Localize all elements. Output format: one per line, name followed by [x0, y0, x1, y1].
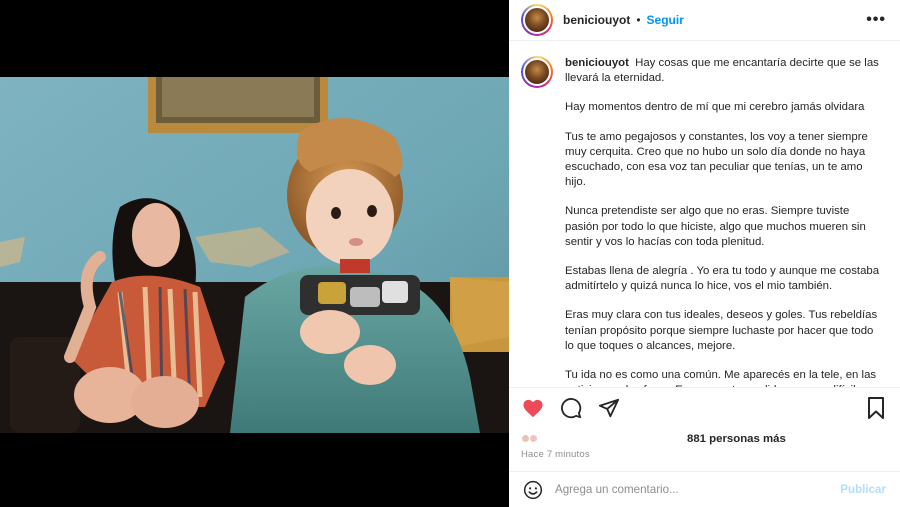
avatar-image [523, 6, 551, 34]
likes-count[interactable]: 881 personas más [687, 433, 786, 445]
emoji-icon[interactable] [523, 480, 543, 500]
separator-dot: • [636, 13, 641, 27]
share-icon[interactable] [597, 396, 621, 420]
publish-button[interactable]: Publicar [840, 483, 886, 496]
caption-username[interactable]: beniciouyot [565, 57, 629, 69]
caption-area: beniciouyot Hay cosas que me encantaría … [509, 41, 900, 387]
caption-paragraph: beniciouyot Hay cosas que me encantaría … [565, 56, 883, 86]
post-media [0, 0, 509, 507]
caption-text: beniciouyot Hay cosas que me encantaría … [565, 56, 883, 387]
caption-paragraph: Tus te amo pegajosos y constantes, los v… [565, 130, 868, 189]
author-username[interactable]: beniciouyot [563, 13, 630, 27]
avatar-image [523, 58, 551, 86]
caption-paragraph: Hay momentos dentro de mí que mi cerebro… [565, 101, 865, 114]
comment-icon[interactable] [559, 396, 583, 420]
bookmark-icon[interactable] [864, 396, 888, 420]
caption-author-avatar[interactable] [521, 56, 553, 88]
likes-row: 881 personas más [521, 431, 888, 447]
caption-paragraph: Eras muy clara con tus ideales, deseos y… [565, 309, 878, 352]
post-modal: beniciouyot • Seguir ••• beniciouyot Hay… [0, 0, 900, 507]
author-avatar[interactable] [521, 4, 553, 36]
heart-icon[interactable] [521, 396, 545, 420]
caption-paragraph: Tu ida no es como una común. Me aparecés… [565, 369, 877, 387]
post-photo[interactable] [0, 77, 509, 433]
post-panel: beniciouyot • Seguir ••• beniciouyot Hay… [509, 0, 900, 507]
liker-avatars[interactable] [521, 432, 539, 446]
follow-button[interactable]: Seguir [647, 13, 684, 27]
liker-avatar [529, 434, 538, 443]
caption-paragraph: Estabas llena de alegría . Yo era tu tod… [565, 265, 880, 293]
action-bar [509, 387, 900, 427]
post-timestamp[interactable]: Hace 7 minutos [521, 449, 590, 460]
comment-bar: Publicar [509, 471, 900, 507]
comment-input[interactable] [555, 483, 841, 496]
photo-image [0, 77, 509, 433]
post-header: beniciouyot • Seguir ••• [509, 0, 900, 41]
caption-paragraph: Nunca pretendiste ser algo que no eras. … [565, 205, 866, 248]
more-icon[interactable]: ••• [866, 11, 886, 29]
